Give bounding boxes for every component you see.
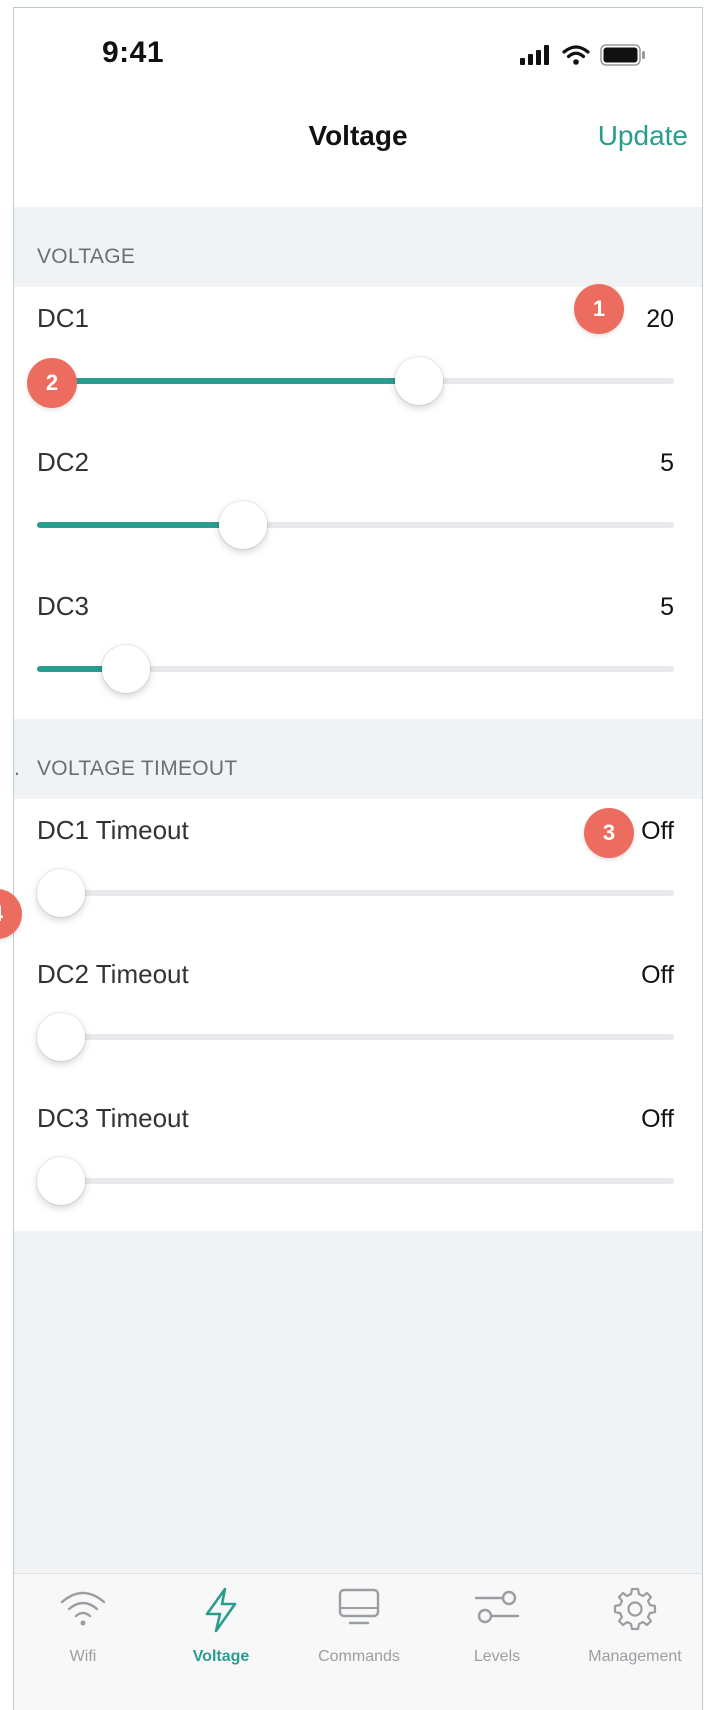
slider-value: Off — [641, 817, 674, 845]
slider-value: Off — [641, 1105, 674, 1133]
tab-label: Levels — [473, 1648, 521, 1665]
tab-label: Voltage — [192, 1648, 250, 1665]
monitor-icon — [290, 1586, 428, 1636]
annotation-badge-2: 2 — [27, 358, 77, 408]
slider-value: 5 — [660, 593, 674, 621]
slider-row-dc3-timeout: DC3 Timeout Off — [14, 1087, 702, 1231]
wifi-status-icon — [562, 45, 590, 70]
slider-label: DC1 Timeout — [37, 815, 189, 845]
tab-levels[interactable]: Levels — [428, 1574, 566, 1684]
slider-track[interactable] — [37, 501, 674, 549]
levels-icon — [428, 1586, 566, 1636]
battery-icon — [600, 44, 646, 71]
tab-label: Wifi — [69, 1648, 97, 1665]
slider-thumb[interactable] — [37, 869, 85, 917]
voltage-section-header: VOLTAGE — [14, 207, 702, 287]
tab-label: Commands — [318, 1648, 400, 1665]
tab-management[interactable]: Management — [566, 1574, 702, 1684]
tab-voltage[interactable]: Voltage — [152, 1574, 290, 1684]
slider-label: DC3 — [37, 591, 90, 621]
slider-label: DC3 Timeout — [37, 1103, 189, 1133]
timeout-section: DC1 Timeout Off DC2 Timeout Off DC3 Time… — [14, 799, 702, 1231]
voltage-section: DC1 20 DC2 5 DC3 5 — [14, 287, 702, 719]
update-button[interactable]: Update — [598, 120, 688, 152]
phone-screen: 9:41 Voltage Update VOLTAGE DC1 20 DC2 5… — [13, 7, 703, 1710]
slider-thumb[interactable] — [395, 357, 444, 405]
slider-fill — [37, 378, 420, 384]
signal-icon — [520, 45, 552, 70]
slider-track[interactable] — [37, 869, 674, 917]
slider-row-dc2: DC2 5 — [14, 431, 702, 575]
tab-bar: Wifi Voltage Commands Levels Management — [14, 1573, 702, 1710]
slider-thumb[interactable] — [219, 501, 268, 549]
status-time: 9:41 — [102, 36, 165, 69]
tab-label: Management — [588, 1648, 682, 1665]
slider-value: 5 — [660, 449, 674, 477]
slider-thumb[interactable] — [37, 1157, 85, 1205]
slider-label: DC2 Timeout — [37, 959, 189, 989]
section-title: VOLTAGE TIMEOUT — [37, 757, 238, 780]
slider-value: 20 — [646, 305, 674, 333]
slider-label: DC1 — [37, 303, 90, 333]
timeout-section-header: . VOLTAGE TIMEOUT — [14, 719, 702, 799]
wifi-icon — [14, 1586, 152, 1636]
section-title: VOLTAGE — [37, 245, 136, 268]
status-icons — [520, 44, 646, 71]
slider-value: Off — [641, 961, 674, 989]
gear-icon — [566, 1586, 702, 1636]
slider-row-dc2-timeout: DC2 Timeout Off — [14, 943, 702, 1087]
top-bar: 9:41 Voltage Update — [14, 8, 702, 208]
tab-commands[interactable]: Commands — [290, 1574, 428, 1684]
tab-wifi[interactable]: Wifi — [14, 1574, 152, 1684]
slider-row-dc3: DC3 5 — [14, 575, 702, 719]
slider-track[interactable] — [37, 1013, 674, 1061]
slider-track[interactable] — [37, 357, 674, 405]
section-marker: . — [14, 757, 21, 780]
annotation-badge-1: 1 — [574, 284, 624, 334]
slider-label: DC2 — [37, 447, 90, 477]
slider-fill — [37, 522, 244, 528]
annotation-badge-3: 3 — [584, 808, 634, 858]
slider-track[interactable] — [37, 645, 674, 693]
slider-track[interactable] — [37, 1157, 674, 1205]
slider-thumb[interactable] — [37, 1013, 85, 1061]
lightning-icon — [152, 1586, 290, 1636]
slider-thumb[interactable] — [102, 645, 151, 693]
